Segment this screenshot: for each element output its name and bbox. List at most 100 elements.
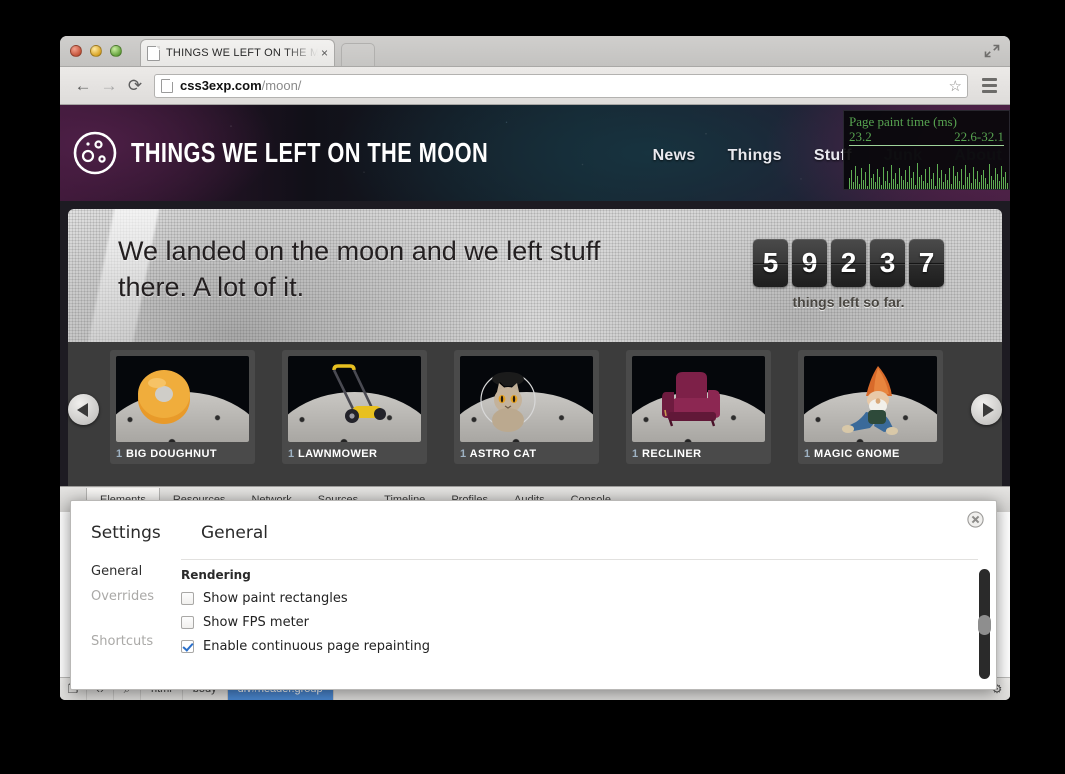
paint-range-value: 22.6-32.1 [954, 129, 1004, 144]
paint-time-bar [967, 177, 968, 189]
paint-time-bar [851, 170, 852, 189]
minimize-window-button[interactable] [90, 45, 102, 57]
things-counter: 5 9 2 3 7 things left so far. [753, 239, 944, 310]
nav-item-news[interactable]: News [653, 147, 696, 165]
scrollbar-thumb[interactable] [978, 569, 991, 679]
paint-time-bar [973, 167, 974, 189]
paint-time-bar [897, 184, 898, 189]
card-name: MAGIC GNOME [814, 448, 900, 460]
paint-widget-values: 23.2 22.6-32.1 [849, 129, 1004, 146]
card-label: 1 RECLINER [632, 448, 765, 460]
paint-time-graph [849, 162, 1008, 189]
paint-time-bar [933, 173, 934, 189]
paint-time-bar [983, 170, 984, 189]
zoom-window-button[interactable] [110, 45, 122, 57]
settings-header: Settings General [71, 501, 996, 543]
paint-time-bar [989, 164, 990, 189]
paint-time-bar [997, 174, 998, 189]
settings-scrollbar[interactable] [978, 569, 991, 679]
carousel-card[interactable]: 1 RECLINER [626, 350, 771, 464]
browser-menu-icon[interactable] [974, 78, 1000, 93]
paint-time-bar [859, 184, 860, 189]
paint-time-bar [869, 164, 870, 189]
paint-time-bar [899, 168, 900, 189]
option-show-paint-rectangles[interactable]: Show paint rectangles [181, 591, 978, 606]
paint-time-bar [861, 168, 862, 189]
paint-time-bar [1003, 177, 1004, 189]
card-label: 1 ASTRO CAT [460, 448, 593, 460]
paint-time-bar [863, 180, 864, 189]
paint-time-bar [981, 175, 982, 189]
paint-time-bar [999, 181, 1000, 189]
checkbox-icon[interactable] [181, 592, 194, 605]
carousel-prev-button[interactable] [68, 394, 99, 425]
paint-time-bar [895, 173, 896, 189]
paint-time-bar [903, 180, 904, 189]
paint-time-bar [889, 183, 890, 189]
chevron-right-icon [982, 402, 994, 417]
settings-nav-shortcuts[interactable]: Shortcuts [91, 629, 181, 654]
address-bar[interactable]: css3exp.com/moon/ ☆ [154, 73, 968, 98]
settings-nav-overrides[interactable]: Overrides [91, 584, 181, 609]
back-icon[interactable]: ← [70, 73, 96, 99]
settings-body: General Overrides Shortcuts Rendering Sh… [71, 559, 996, 663]
settings-pane-general: Rendering Show paint rectangles Show FPS… [181, 559, 978, 663]
option-enable-continuous-page-repainting[interactable]: Enable continuous page repainting [181, 639, 978, 654]
card-label: 1 BIG DOUGHNUT [116, 448, 249, 460]
forward-icon[interactable]: → [96, 73, 122, 99]
paint-time-bar [929, 167, 930, 189]
page-favicon-icon [147, 45, 160, 61]
nav-item-things[interactable]: Things [728, 147, 782, 165]
paint-time-bar [955, 176, 956, 189]
site-header: THINGS WE LEFT ON THE MOON News Things S… [60, 105, 1010, 201]
scrollbar-grip[interactable] [978, 615, 991, 635]
close-window-button[interactable] [70, 45, 82, 57]
option-show-fps-meter[interactable]: Show FPS meter [181, 615, 978, 630]
paint-time-bar [939, 178, 940, 189]
paint-time-bar [885, 181, 886, 189]
card-name: LAWNMOWER [298, 448, 378, 460]
paint-time-bar [909, 166, 910, 189]
close-icon[interactable]: × [318, 47, 328, 59]
paint-time-bar [887, 171, 888, 189]
fullscreen-icon[interactable] [983, 43, 1001, 59]
carousel-card[interactable]: 1 LAWNMOWER [282, 350, 427, 464]
carousel-next-button[interactable] [971, 394, 1002, 425]
paint-time-bar [867, 186, 868, 189]
bookmark-star-icon[interactable]: ☆ [949, 78, 962, 96]
card-count: 1 [116, 448, 123, 460]
tab-title: THINGS WE LEFT ON THE M [166, 47, 318, 59]
paint-time-bar [943, 182, 944, 189]
carousel-card[interactable]: 1 MAGIC GNOME [798, 350, 943, 464]
paint-time-bar [881, 185, 882, 189]
counter-digit: 9 [792, 239, 827, 287]
paint-time-bar [1007, 183, 1008, 189]
card-thumbnail [632, 356, 765, 442]
site-title: THINGS WE LEFT ON THE MOON [131, 137, 489, 168]
astro-cat-icon [480, 372, 536, 432]
paint-time-bar [853, 182, 854, 189]
paint-widget-title: Page paint time (ms) [849, 114, 957, 129]
lawnmower-icon [332, 364, 386, 423]
checkbox-icon[interactable] [181, 616, 194, 629]
paint-time-bar [921, 175, 922, 189]
carousel-card[interactable]: 1 BIG DOUGHNUT [110, 350, 255, 464]
settings-nav-general[interactable]: General [91, 559, 181, 584]
close-icon[interactable] [967, 511, 984, 528]
carousel-card[interactable]: 1 ASTRO CAT [454, 350, 599, 464]
option-label: Show paint rectangles [203, 591, 348, 606]
checkbox-checked-icon[interactable] [181, 640, 194, 653]
magic-gnome-icon [842, 366, 898, 435]
settings-pane-title: General [201, 523, 268, 543]
url-path: /moon/ [261, 78, 302, 93]
moon-logo-icon [72, 130, 118, 176]
browser-tab[interactable]: THINGS WE LEFT ON THE M × [140, 39, 335, 66]
reload-icon[interactable]: ⟳ [122, 73, 148, 99]
paint-time-bar [953, 166, 954, 189]
paint-time-bar [949, 168, 950, 189]
paint-time-bar [905, 170, 906, 189]
new-tab-button[interactable] [341, 43, 375, 66]
paint-time-bar [877, 169, 878, 189]
paint-time-bar [883, 167, 884, 189]
paint-time-bar [991, 176, 992, 189]
